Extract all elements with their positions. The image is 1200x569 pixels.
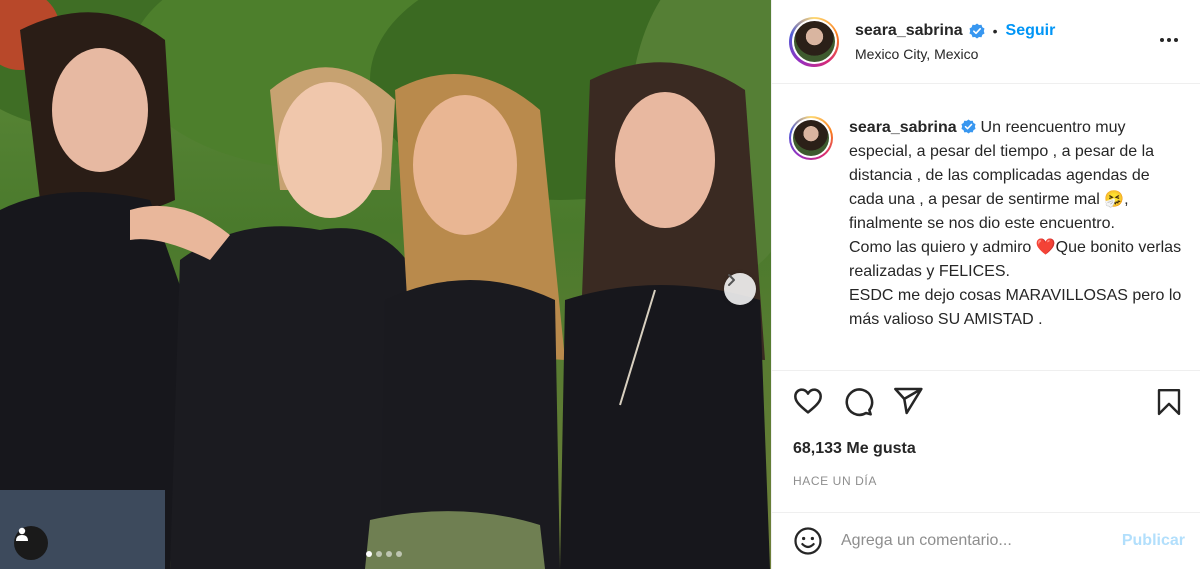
caption-avatar[interactable] [789,116,833,160]
more-options-icon[interactable] [1160,38,1178,42]
carousel-dot [386,551,392,557]
tagged-users-button[interactable] [14,526,48,560]
verified-icon [969,23,985,38]
location-link[interactable]: Mexico City, Mexico [855,46,1055,62]
carousel-dot [396,551,402,557]
carousel-dot [366,551,372,557]
caption-text: Un reencuentro muy especial, a pesar del… [849,119,1182,328]
emoji-icon[interactable] [793,526,823,556]
avatar[interactable] [789,16,839,67]
chevron-right-icon [728,274,735,286]
caption-username[interactable]: seara_sabrina [849,119,957,136]
follow-button[interactable]: Seguir [1006,22,1056,40]
carousel-indicator [366,551,402,557]
post-timestamp[interactable]: HACE UN DÍA [793,474,877,488]
bookmark-button[interactable] [1154,386,1184,423]
comment-bar: Agrega un comentario... Publicar [772,512,1200,569]
comment-input[interactable]: Agrega un comentario... [841,532,1122,550]
caption: seara_sabrina Un reencuentro muy especia… [772,84,1200,371]
heart-icon[interactable] [792,385,824,417]
comment-icon[interactable] [842,385,874,417]
verified-icon [961,119,976,134]
share-icon[interactable] [892,385,924,417]
user-tag-icon [16,527,28,541]
publish-button[interactable]: Publicar [1122,532,1185,550]
action-bar [792,385,924,417]
separator-dot: • [992,22,998,39]
post-header: seara_sabrina • Seguir Mexico City, Mexi… [772,0,1200,84]
caption-body: seara_sabrina Un reencuentro muy especia… [849,116,1184,370]
photo-illustration [0,0,771,569]
bookmark-icon [1157,388,1181,416]
username-link[interactable]: seara_sabrina [855,22,963,40]
next-slide-button[interactable] [724,273,756,305]
post-side-panel: seara_sabrina • Seguir Mexico City, Mexi… [771,0,1200,569]
post-photo[interactable] [0,0,771,569]
likes-count[interactable]: 68,133 Me gusta [793,440,916,458]
carousel-dot [376,551,382,557]
